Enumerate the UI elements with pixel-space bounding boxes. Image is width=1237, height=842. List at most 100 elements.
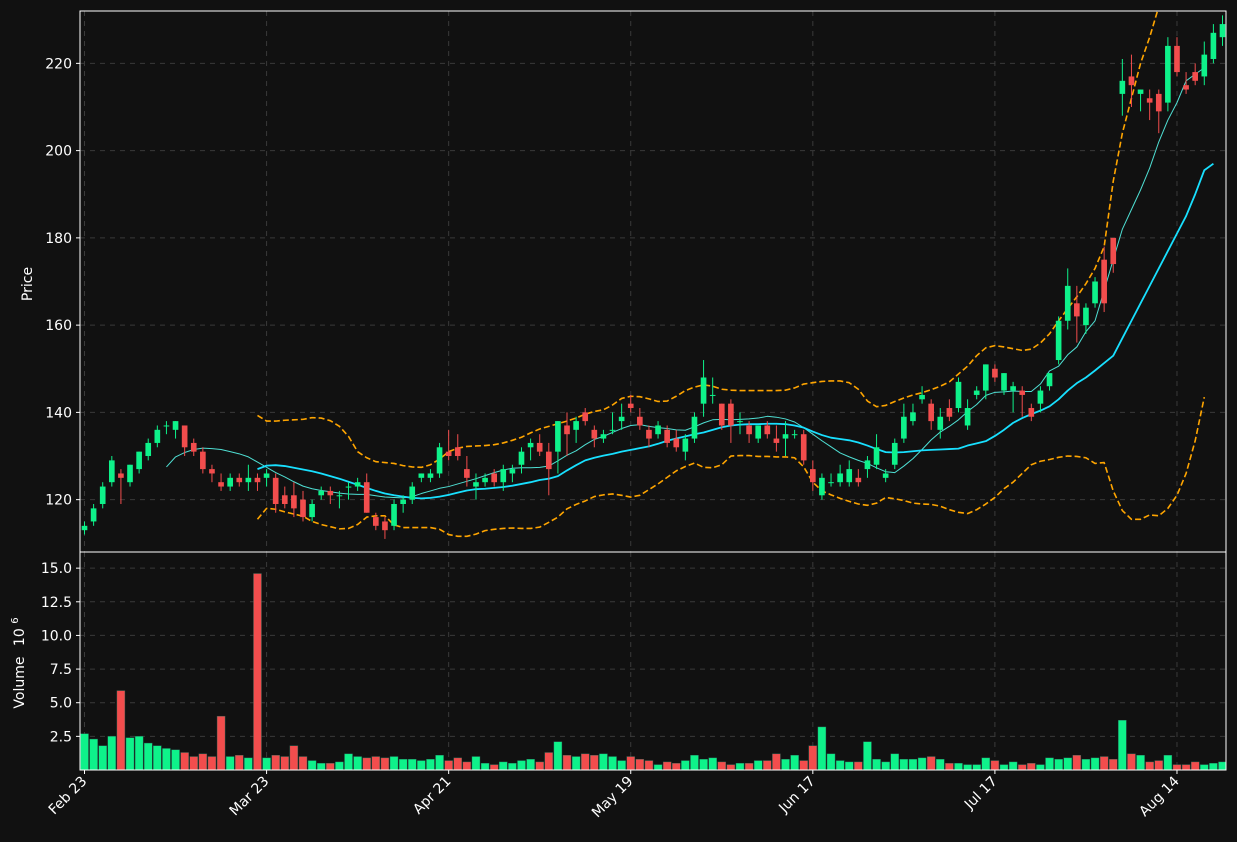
- volume-bar: [107, 736, 117, 770]
- candle-body: [527, 442, 534, 448]
- candle-body: [445, 451, 452, 457]
- candle-body: [673, 438, 680, 448]
- candle-body: [373, 517, 379, 526]
- candle-body: [1046, 373, 1053, 387]
- candle-body: [828, 482, 834, 484]
- candle-body: [382, 521, 388, 531]
- volume-bar: [681, 760, 690, 770]
- volume-bar: [271, 754, 280, 770]
- candle-body: [1019, 390, 1026, 395]
- volume-bar: [408, 759, 417, 770]
- volume-bar: [116, 690, 126, 770]
- candle-body: [545, 451, 552, 470]
- candle-body: [746, 425, 752, 435]
- candle-body: [901, 416, 907, 439]
- volume-bar: [735, 763, 745, 770]
- candle-body: [391, 504, 397, 526]
- candle-body: [700, 377, 707, 404]
- volume-bar: [508, 763, 517, 770]
- volume-bar: [562, 754, 572, 770]
- volume-bar: [89, 738, 98, 770]
- volume-bar: [753, 760, 763, 770]
- candle-body: [637, 416, 643, 426]
- volume-bar: [772, 753, 781, 770]
- candle-body: [655, 425, 661, 435]
- volume-bar: [1118, 720, 1127, 770]
- candle-body: [837, 473, 843, 483]
- candle-body: [1101, 259, 1107, 304]
- volume-bar: [316, 763, 326, 770]
- candle-body: [409, 486, 416, 500]
- candle-body: [254, 477, 261, 483]
- volume-bar: [799, 760, 808, 770]
- volume-bar: [298, 756, 308, 770]
- volume-bar: [535, 761, 544, 770]
- volume-bar: [153, 745, 162, 770]
- candle-body: [309, 504, 315, 518]
- volume-bar: [744, 763, 754, 770]
- volume-bar: [1145, 761, 1154, 770]
- volume-bar: [608, 756, 617, 770]
- candle-body: [90, 508, 97, 522]
- volume-bar: [690, 754, 699, 770]
- volume-bar: [389, 756, 399, 770]
- volume-bar: [444, 760, 453, 770]
- price-tick-label: 120: [45, 493, 72, 509]
- volume-bar: [881, 761, 890, 770]
- volume-bar: [1008, 761, 1018, 770]
- volume-tick-label: 5.0: [50, 696, 72, 712]
- candle-body: [81, 525, 88, 531]
- candle-body: [800, 434, 807, 461]
- volume-bar: [635, 759, 645, 770]
- candle-body: [118, 473, 124, 478]
- candle-body: [964, 408, 971, 426]
- volume-tick-label: 2.5: [50, 729, 72, 745]
- volume-bar: [216, 715, 226, 770]
- candle-body: [1155, 93, 1162, 112]
- volume-bar: [435, 754, 444, 770]
- candle-body: [846, 469, 853, 483]
- candle-body: [418, 473, 425, 478]
- candle-body: [773, 438, 780, 443]
- candle-body: [937, 416, 944, 430]
- candle-body: [609, 429, 616, 431]
- volume-bar: [717, 761, 726, 770]
- candle-body: [491, 473, 498, 483]
- candle-body: [973, 390, 980, 395]
- volume-bar: [854, 761, 863, 770]
- candle-body: [1119, 80, 1126, 94]
- candle-body: [564, 425, 570, 435]
- volume-bar: [954, 763, 963, 770]
- volume-bar: [471, 756, 481, 770]
- volume-bar: [599, 753, 608, 770]
- volume-bar: [1127, 753, 1136, 770]
- volume-bar: [708, 757, 717, 770]
- volume-bar: [480, 763, 490, 770]
- volume-bar: [945, 763, 954, 770]
- candle-body: [1037, 390, 1044, 404]
- candle-body: [891, 442, 898, 465]
- volume-bar: [626, 756, 635, 770]
- candle-body: [855, 477, 862, 483]
- volume-bar: [981, 757, 991, 770]
- volume-bar: [699, 759, 708, 770]
- volume-bar: [344, 753, 353, 770]
- candle-body: [172, 421, 179, 430]
- candle-body: [1192, 72, 1199, 81]
- candle-body: [181, 425, 188, 448]
- candle-body: [1055, 320, 1062, 361]
- volume-bar: [426, 759, 435, 770]
- candle-body: [327, 490, 334, 496]
- volume-axis-label: Volume 10 6: [10, 617, 28, 708]
- volume-bar: [763, 760, 772, 770]
- volume-bar: [990, 760, 1000, 770]
- candle-body: [536, 442, 543, 452]
- candle-body: [928, 403, 934, 422]
- candle-body: [691, 416, 698, 439]
- candle-body: [218, 482, 224, 487]
- candle-body: [1128, 76, 1135, 86]
- volume-bar: [1036, 764, 1045, 770]
- candle-body: [427, 473, 434, 478]
- candle-body: [200, 451, 206, 470]
- volume-bar: [225, 756, 235, 770]
